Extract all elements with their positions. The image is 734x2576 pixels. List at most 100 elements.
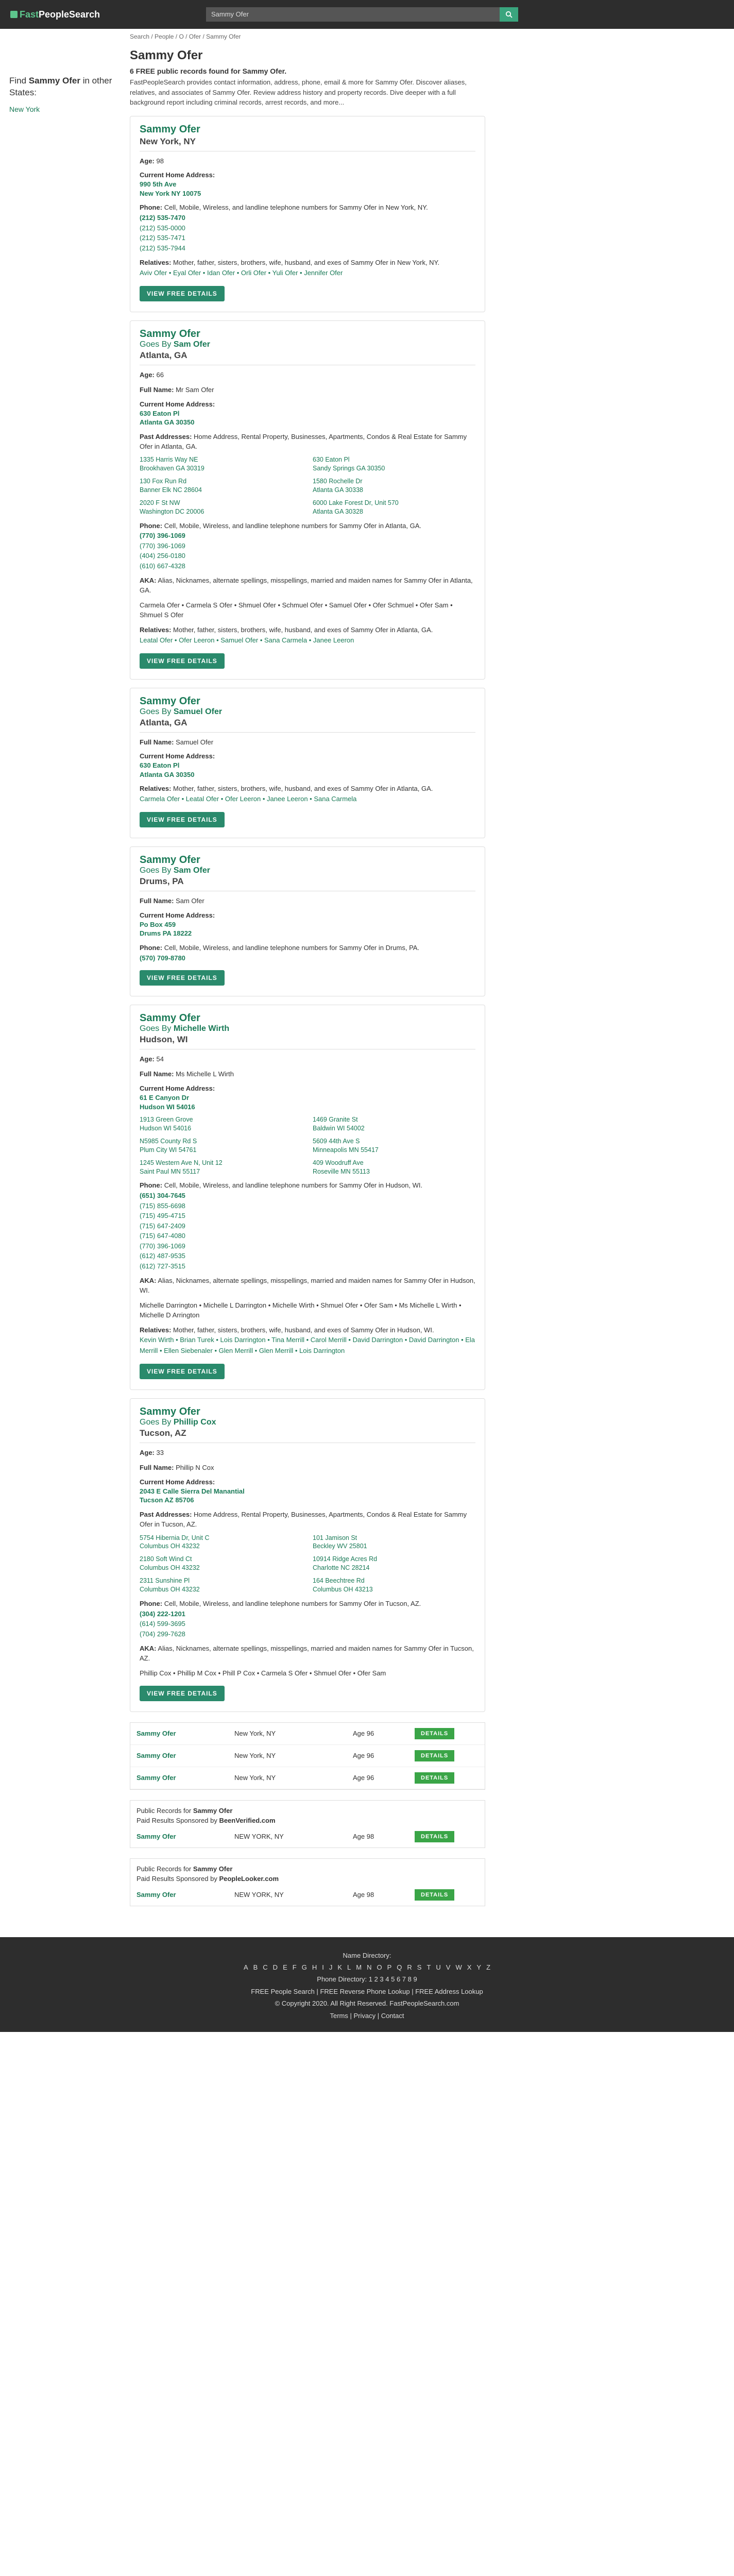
- footer-bottom-links[interactable]: Terms | Privacy | Contact: [0, 2010, 734, 2022]
- view-free-details-button[interactable]: VIEW FREE DETAILS: [140, 285, 225, 301]
- row-name[interactable]: Sammy Ofer: [136, 1774, 234, 1782]
- phone-link[interactable]: (404) 256-0180: [140, 551, 475, 561]
- search-input[interactable]: Sammy Ofer: [206, 7, 500, 22]
- past-address-link[interactable]: 101 Jamison St Beckley WV 25801: [313, 1534, 475, 1551]
- phone-link[interactable]: (715) 647-2409: [140, 1221, 475, 1231]
- letter-link[interactable]: D: [273, 1961, 278, 1973]
- details-button[interactable]: DETAILS: [415, 1831, 455, 1842]
- letter-link[interactable]: W: [455, 1961, 462, 1973]
- relatives-list[interactable]: Leatal Ofer • Ofer Leeron • Samuel Ofer …: [140, 635, 475, 646]
- letter-link[interactable]: A: [244, 1961, 248, 1973]
- row-name[interactable]: Sammy Ofer: [136, 1730, 234, 1737]
- phone-link[interactable]: (614) 599-3695: [140, 1619, 475, 1629]
- state-link-new-york[interactable]: New York: [9, 105, 112, 113]
- digit-link[interactable]: 4: [385, 1975, 391, 1983]
- letter-link[interactable]: K: [337, 1961, 342, 1973]
- phone-link[interactable]: (715) 855-6698: [140, 1201, 475, 1211]
- letter-link[interactable]: S: [417, 1961, 422, 1973]
- past-address-link[interactable]: 1469 Granite St Baldwin WI 54002: [313, 1115, 475, 1133]
- letter-link[interactable]: N: [367, 1961, 371, 1973]
- letter-link[interactable]: L: [347, 1961, 351, 1973]
- current-address-link[interactable]: 61 E Canyon Dr Hudson WI 54016: [140, 1093, 475, 1111]
- row-name[interactable]: Sammy Ofer: [136, 1891, 234, 1899]
- digit-link[interactable]: 9: [413, 1975, 417, 1983]
- phone-link[interactable]: (651) 304-7645: [140, 1191, 475, 1201]
- current-address-link[interactable]: 630 Eaton Pl Atlanta GA 30350: [140, 761, 475, 779]
- letter-link[interactable]: R: [407, 1961, 412, 1973]
- phone-link[interactable]: (212) 535-7471: [140, 233, 475, 243]
- phone-link[interactable]: (212) 535-7944: [140, 243, 475, 253]
- letter-link[interactable]: O: [377, 1961, 382, 1973]
- view-free-details-button[interactable]: VIEW FREE DETAILS: [140, 653, 225, 669]
- past-address-link[interactable]: 164 Beechtree Rd Columbus OH 43213: [313, 1577, 475, 1594]
- current-address-link[interactable]: Po Box 459 Drums PA 18222: [140, 920, 475, 938]
- details-button[interactable]: DETAILS: [415, 1889, 455, 1901]
- letter-link[interactable]: H: [312, 1961, 317, 1973]
- past-address-link[interactable]: 5609 44th Ave S Minneapolis MN 55417: [313, 1137, 475, 1155]
- letter-link[interactable]: G: [302, 1961, 307, 1973]
- past-address-link[interactable]: 1913 Green Grove Hudson WI 54016: [140, 1115, 302, 1133]
- past-address-link[interactable]: 630 Eaton Pl Sandy Springs GA 30350: [313, 455, 475, 473]
- letter-link[interactable]: E: [283, 1961, 287, 1973]
- phone-link[interactable]: (570) 709-8780: [140, 953, 475, 963]
- crumb-ofer[interactable]: Ofer: [189, 33, 201, 40]
- view-free-details-button[interactable]: VIEW FREE DETAILS: [140, 1364, 225, 1380]
- digit-link[interactable]: 5: [391, 1975, 397, 1983]
- past-address-link[interactable]: N5985 County Rd S Plum City WI 54761: [140, 1137, 302, 1155]
- current-address-link[interactable]: 2043 E Calle Sierra Del Manantial Tucson …: [140, 1487, 475, 1505]
- relatives-list[interactable]: Aviv Ofer • Eyal Ofer • Idan Ofer • Orli…: [140, 268, 475, 279]
- letter-link[interactable]: M: [356, 1961, 362, 1973]
- past-address-link[interactable]: 6000 Lake Forest Dr, Unit 570 Atlanta GA …: [313, 499, 475, 516]
- phone-link[interactable]: (770) 396-1069: [140, 1241, 475, 1251]
- past-address-link[interactable]: 409 Woodruff Ave Roseville MN 55113: [313, 1159, 475, 1176]
- view-free-details-button[interactable]: VIEW FREE DETAILS: [140, 812, 225, 828]
- details-button[interactable]: DETAILS: [415, 1727, 455, 1739]
- phone-link[interactable]: (715) 495-4715: [140, 1211, 475, 1221]
- digit-link[interactable]: 2: [374, 1975, 380, 1983]
- past-address-link[interactable]: 2020 F St NW Washington DC 20006: [140, 499, 302, 516]
- letter-link[interactable]: Y: [476, 1961, 481, 1973]
- phone-link[interactable]: (304) 222-1201: [140, 1609, 475, 1619]
- digit-link[interactable]: 6: [397, 1975, 402, 1983]
- record-name[interactable]: Sammy Ofer: [140, 696, 475, 707]
- relatives-list[interactable]: Carmela Ofer • Leatal Ofer • Ofer Leeron…: [140, 794, 475, 805]
- record-name[interactable]: Sammy Ofer: [140, 1406, 475, 1418]
- crumb-people[interactable]: People: [155, 33, 174, 40]
- record-name[interactable]: Sammy Ofer: [140, 854, 475, 866]
- past-address-link[interactable]: 2180 Soft Wind Ct Columbus OH 43232: [140, 1555, 302, 1572]
- phone-link[interactable]: (212) 535-0000: [140, 223, 475, 233]
- phone-link[interactable]: (612) 727-3515: [140, 1261, 475, 1272]
- letter-link[interactable]: P: [387, 1961, 392, 1973]
- view-free-details-button[interactable]: VIEW FREE DETAILS: [140, 970, 225, 986]
- letter-link[interactable]: Q: [397, 1961, 402, 1973]
- past-address-link[interactable]: 1335 Harris Way NE Brookhaven GA 30319: [140, 455, 302, 473]
- digit-link[interactable]: 7: [402, 1975, 408, 1983]
- letter-link[interactable]: I: [322, 1961, 324, 1973]
- phone-link[interactable]: (212) 535-7470: [140, 213, 475, 223]
- past-address-link[interactable]: 2311 Sunshine Pl Columbus OH 43232: [140, 1577, 302, 1594]
- details-button[interactable]: DETAILS: [415, 1772, 455, 1784]
- letter-link[interactable]: X: [467, 1961, 472, 1973]
- digit-link[interactable]: 3: [380, 1975, 385, 1983]
- past-address-link[interactable]: 130 Fox Run Rd Banner Elk NC 28604: [140, 477, 302, 495]
- digit-link[interactable]: 8: [408, 1975, 414, 1983]
- details-button[interactable]: DETAILS: [415, 1750, 455, 1761]
- past-address-link[interactable]: 1245 Western Ave N, Unit 12 Saint Paul MN…: [140, 1159, 302, 1176]
- phone-link[interactable]: (612) 487-9535: [140, 1251, 475, 1261]
- site-logo[interactable]: Fast PeopleSearch: [10, 9, 206, 20]
- letter-link[interactable]: Z: [486, 1961, 490, 1973]
- phone-link[interactable]: (610) 667-4328: [140, 561, 475, 571]
- letter-link[interactable]: U: [436, 1961, 440, 1973]
- past-address-link[interactable]: 5754 Hibernia Dr, Unit C Columbus OH 4323…: [140, 1534, 302, 1551]
- phone-link[interactable]: (715) 647-4080: [140, 1231, 475, 1241]
- letter-link[interactable]: B: [253, 1961, 258, 1973]
- row-name[interactable]: Sammy Ofer: [136, 1833, 234, 1840]
- phone-link[interactable]: (770) 396-1069: [140, 541, 475, 551]
- letter-link[interactable]: V: [446, 1961, 451, 1973]
- record-name[interactable]: Sammy Ofer: [140, 124, 475, 135]
- digit-link[interactable]: 1: [369, 1975, 374, 1983]
- row-name[interactable]: Sammy Ofer: [136, 1752, 234, 1759]
- letter-link[interactable]: J: [329, 1961, 333, 1973]
- letter-link[interactable]: F: [293, 1961, 297, 1973]
- footer-links[interactable]: FREE People Search | FREE Reverse Phone …: [0, 1986, 734, 1997]
